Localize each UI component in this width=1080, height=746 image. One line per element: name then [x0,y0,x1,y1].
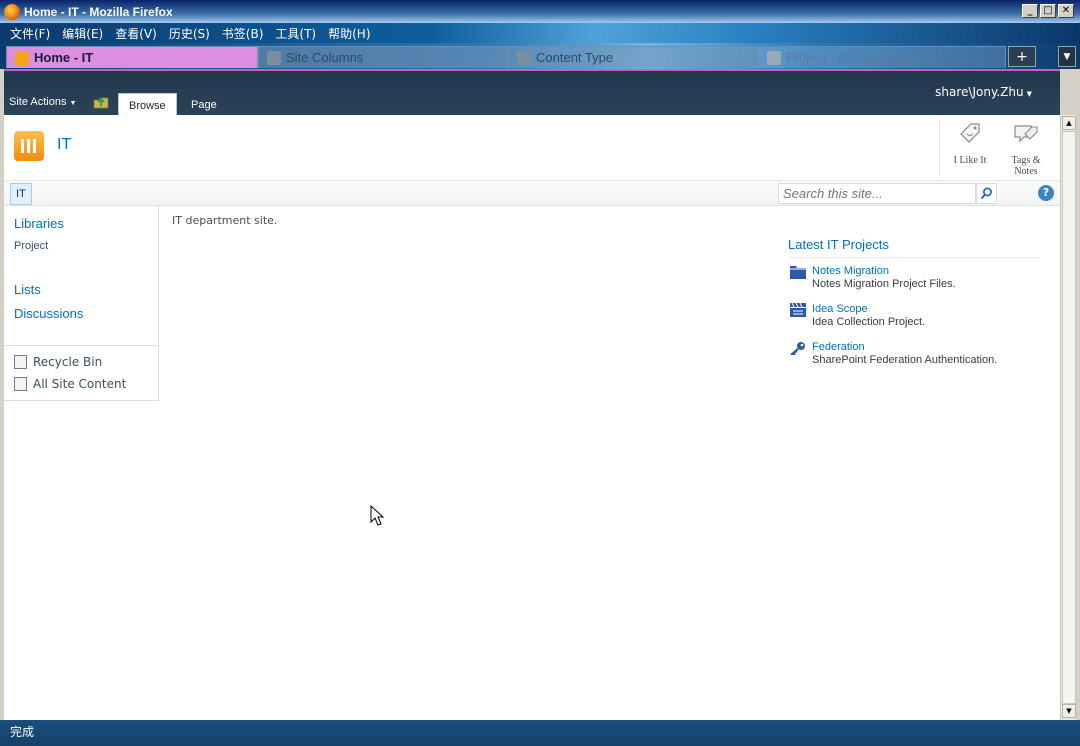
list-item: Notes Migration Notes Migration Project … [788,265,1040,296]
list-item: Federation SharePoint Federation Authent… [788,341,1040,372]
user-name: share\Jony.Zhu [935,85,1024,99]
tags-notes-label-line1: Tags & [1011,155,1041,166]
sharepoint-site-icon [15,50,29,65]
quicklaunch-libraries[interactable]: Libraries [14,216,64,231]
window-controls: _ □ ✕ [1022,4,1074,18]
search-icon [980,187,992,200]
tags-notes-button[interactable]: Tags & Notes [996,120,1056,177]
help-icon[interactable]: ? [1038,185,1054,201]
sharepoint-ribbon: Site Actions ▼ Browse Page share\Jony.Zhu… [4,69,1060,117]
browser-tab-label: Home - IT [34,50,94,65]
clapper-icon [790,303,806,317]
menu-history[interactable]: 历史(S) [169,25,210,42]
quicklaunch-item-project[interactable]: Project [14,240,48,252]
scroll-thumb[interactable] [1062,131,1076,704]
folder-icon [790,266,806,279]
quicklaunch-discussions[interactable]: Discussions [14,306,83,321]
browser-tab-label: Project - All Documents [786,50,922,65]
site-logo[interactable] [14,131,44,161]
project-description: SharePoint Federation Authentication. [812,354,998,366]
site-actions-label: Site Actions [9,96,67,108]
browser-tab-content-type[interactable]: Content Type [508,46,758,68]
site-title[interactable]: IT [57,136,71,154]
new-tab-button[interactable]: + [1008,46,1036,67]
chevron-down-icon: ▼ [1026,90,1032,98]
browser-tab-label: Content Type [536,50,614,65]
project-link-federation[interactable]: Federation [812,341,865,353]
top-navigation: IT ? [4,180,1060,206]
close-button[interactable]: ✕ [1058,4,1074,18]
page-icon [517,50,531,65]
key-icon [790,342,805,355]
navigate-up-icon[interactable] [93,95,109,109]
ribbon-tab-browse[interactable]: Browse [118,93,177,117]
firefox-icon [4,3,20,20]
topnav-item-it[interactable]: IT [10,183,32,205]
list-item: Idea Scope Idea Collection Project. [788,303,1040,334]
quicklaunch-recycle-bin[interactable]: Recycle Bin [14,355,102,369]
chevron-down-icon: ▼ [69,100,77,107]
scroll-up-button[interactable]: ▲ [1062,116,1076,130]
latest-projects-webpart: Latest IT Projects Notes Migration Notes… [788,237,1040,372]
tag-note-icon [1014,125,1038,143]
browser-tab-site-columns[interactable]: Site Columns [258,46,508,68]
menu-tools[interactable]: 工具(T) [275,25,316,42]
menu-help[interactable]: 帮助(H) [328,25,370,42]
vertical-scrollbar[interactable]: ▲ ▼ [1060,115,1076,720]
search-button[interactable] [976,183,997,204]
project-link-notes-migration[interactable]: Notes Migration [812,265,889,277]
window-title: Home - IT - Mozilla Firefox [24,4,173,19]
page-icon [267,50,281,65]
maximize-button[interactable]: □ [1040,4,1056,18]
quick-launch: Libraries Project Lists Discussions Recy… [4,206,159,401]
i-like-it-label: I Like It [953,155,987,166]
menu-edit[interactable]: 编辑(E) [62,25,103,42]
page-icon [767,50,781,65]
menu-view[interactable]: 查看(V) [115,25,157,42]
menubar: 文件(F) 编辑(E) 查看(V) 历史(S) 书签(B) 工具(T) 帮助(H… [0,23,1080,43]
tags-notes-label-line2: Notes [1014,166,1038,177]
webpart-title[interactable]: Latest IT Projects [788,237,1040,258]
search-input[interactable] [778,183,976,204]
menu-bookmarks[interactable]: 书签(B) [222,25,264,42]
site-title-area: IT I Like It Tags & Notes [4,115,1060,180]
menu-file[interactable]: 文件(F) [10,25,50,42]
recycle-bin-icon [14,355,27,369]
browser-tab-home-it[interactable]: Home - IT [6,46,258,68]
document-list-icon [14,377,27,391]
recycle-bin-label: Recycle Bin [33,355,103,369]
ribbon-tab-page[interactable]: Page [181,93,227,117]
i-like-it-button[interactable]: I Like It [940,120,1000,166]
user-menu[interactable]: share\Jony.Zhu ▼ [935,85,1032,99]
browser-tab-project-documents[interactable]: Project - All Documents [758,46,1006,68]
scroll-down-button[interactable]: ▼ [1062,704,1076,718]
tag-smile-icon [960,123,980,143]
site-actions-menu[interactable]: Site Actions ▼ [9,96,76,108]
project-link-idea-scope[interactable]: Idea Scope [812,303,868,315]
mouse-cursor-icon [370,505,384,526]
all-site-content-label: All Site Content [33,377,127,391]
browser-tabbar: Home - IT Site Columns Content Type Proj… [0,43,1080,69]
site-description: IT department site. [172,214,278,227]
project-description: Notes Migration Project Files. [812,278,956,290]
window-titlebar: Home - IT - Mozilla Firefox _ □ ✕ [0,0,1080,23]
minimize-button[interactable]: _ [1022,4,1038,18]
list-all-tabs-button[interactable]: ▼ [1058,46,1076,67]
quicklaunch-all-site-content[interactable]: All Site Content [14,377,126,391]
project-description: Idea Collection Project. [812,316,926,328]
status-bar: 完成 [0,720,1080,746]
page-content: IT I Like It Tags & Notes IT Search this… [4,115,1060,720]
divider [4,345,159,346]
quicklaunch-lists[interactable]: Lists [14,282,41,297]
browser-tab-label: Site Columns [286,50,364,65]
